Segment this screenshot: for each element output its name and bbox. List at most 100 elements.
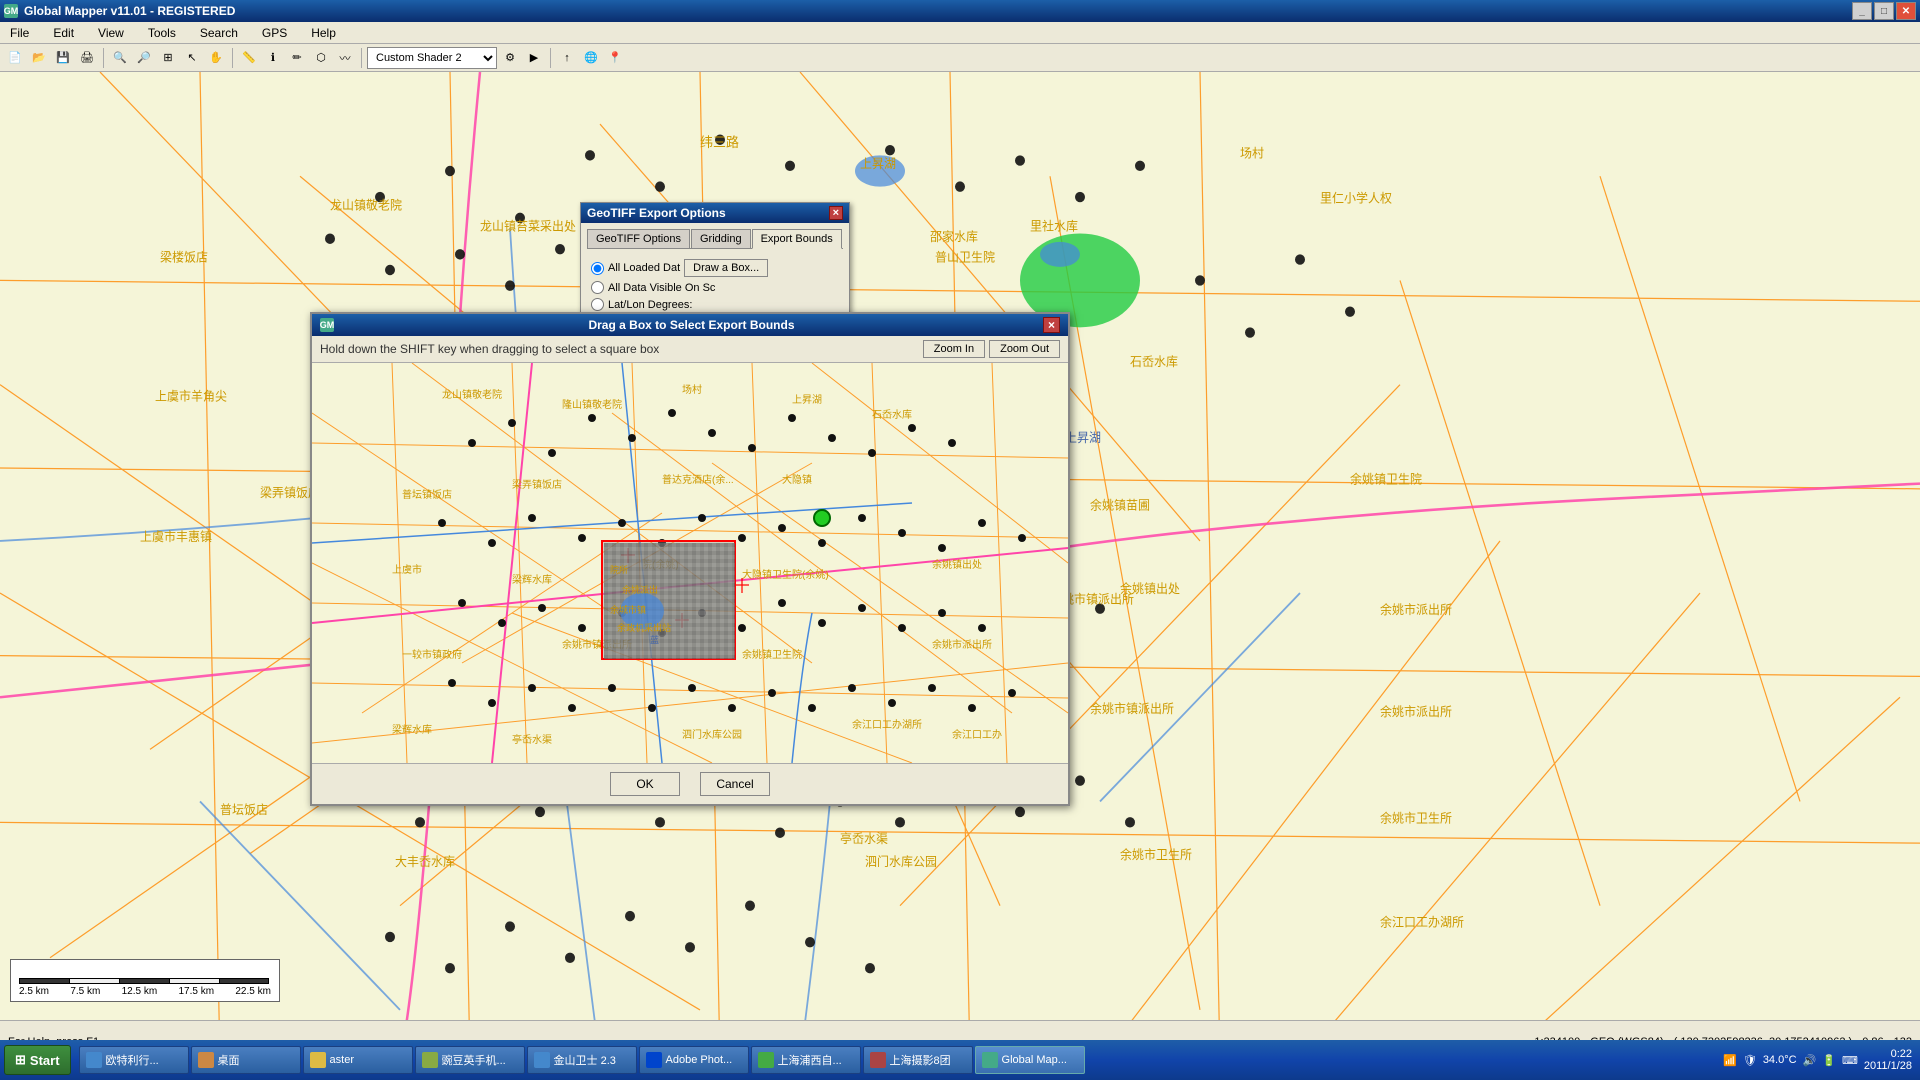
start-button[interactable]: ⊞ Start <box>4 1045 71 1075</box>
contour-button[interactable]: 〰 <box>334 47 356 69</box>
menu-gps[interactable]: GPS <box>256 24 293 42</box>
taskbar-item-6[interactable]: 上海浦西自... <box>751 1046 861 1074</box>
select-button[interactable]: ↖ <box>181 47 203 69</box>
menu-bar: File Edit View Tools Search GPS Help <box>0 22 1920 44</box>
scale-bar: 2.5 km 7.5 km 12.5 km 17.5 km 22.5 km <box>10 959 280 1002</box>
taskbar-item-4[interactable]: 金山卫士 2.3 <box>527 1046 637 1074</box>
minimize-button[interactable]: _ <box>1852 2 1872 20</box>
geotiff-close-button[interactable]: × <box>829 206 843 220</box>
taskbar-item-5[interactable]: Adobe Phot... <box>639 1046 749 1074</box>
label-latlon: Lat/Lon Degrees: <box>608 299 692 311</box>
temp-label: 34.0°C <box>1763 1054 1797 1066</box>
separator-4 <box>550 48 551 68</box>
taskbar-items: 欧特利行... 桌面 aster 豌豆英手机... 金山卫士 2.3 Adobe… <box>79 1046 1085 1074</box>
dragbox-toolbar: Hold down the SHIFT key when dragging to… <box>312 336 1068 363</box>
taskbar-item-0[interactable]: 欧特利行... <box>79 1046 189 1074</box>
north-button[interactable]: ↑ <box>556 47 578 69</box>
option-latlon[interactable]: Lat/Lon Degrees: <box>591 298 839 311</box>
radio-visible[interactable] <box>591 281 604 294</box>
separator-2 <box>232 48 233 68</box>
pan-button[interactable]: ✋ <box>205 47 227 69</box>
option-visible[interactable]: All Data Visible On Sc <box>591 281 839 294</box>
dragbox-close-button[interactable]: × <box>1043 317 1060 333</box>
cancel-button[interactable]: Cancel <box>700 772 770 796</box>
radio-all-loaded[interactable] <box>591 262 604 275</box>
tab-geotiff-options[interactable]: GeoTIFF Options <box>587 229 690 248</box>
battery-icon: 🔋 <box>1822 1054 1836 1067</box>
taskbar-item-3[interactable]: 豌豆英手机... <box>415 1046 525 1074</box>
menu-tools[interactable]: Tools <box>142 24 182 42</box>
taskbar: ⊞ Start 欧特利行... 桌面 aster 豌豆英手机... 金山卫士 2… <box>0 1040 1920 1080</box>
menu-search[interactable]: Search <box>194 24 244 42</box>
zoom-out-button[interactable]: 🔎 <box>133 47 155 69</box>
taskbar-icon-0 <box>86 1052 102 1068</box>
3d-button[interactable]: ⬡ <box>310 47 332 69</box>
svg-text:隆山镇敬老院: 隆山镇敬老院 <box>562 398 622 411</box>
svg-text:余姚镇卫生院: 余姚镇卫生院 <box>1350 471 1422 486</box>
menu-view[interactable]: View <box>92 24 130 42</box>
svg-text:龙山镇敬老院: 龙山镇敬老院 <box>442 388 502 401</box>
identify-button[interactable]: ℹ <box>262 47 284 69</box>
streetview-button[interactable]: 📍 <box>604 47 626 69</box>
svg-text:上虞市: 上虞市 <box>392 563 422 576</box>
taskbar-item-2[interactable]: aster <box>303 1046 413 1074</box>
fit-button[interactable]: ⊞ <box>157 47 179 69</box>
zoom-in-button[interactable]: Zoom In <box>923 340 985 358</box>
app-title: Global Mapper v11.01 - REGISTERED <box>24 4 235 18</box>
clock: 0:22 2011/1/28 <box>1864 1048 1912 1072</box>
svg-text:泗门水库公园: 泗门水库公园 <box>865 854 937 869</box>
label-all-loaded: All Loaded Dat <box>608 262 680 274</box>
toolbar: 📄 📂 💾 🖨 🔍 🔎 ⊞ ↖ ✋ 📏 ℹ ✏ ⬡ 〰 Custom Shade… <box>0 44 1920 72</box>
menu-edit[interactable]: Edit <box>47 24 80 42</box>
taskbar-right: 📶 🛡 34.0°C 🔊 🔋 ⌨ 0:22 2011/1/28 <box>1723 1048 1916 1072</box>
radio-latlon[interactable] <box>591 298 604 311</box>
restore-button[interactable]: □ <box>1874 2 1894 20</box>
svg-text:梁楼饭店: 梁楼饭店 <box>160 249 208 264</box>
print-button[interactable]: 🖨 <box>76 47 98 69</box>
svg-text:里社水库: 里社水库 <box>1030 218 1078 233</box>
map-area[interactable]: 纬三路 邵家水库 里社水库 上昇湖 梁楼饭店 普山卫生院 大隐镇卫生院(余姚) … <box>0 72 1920 1062</box>
open-button[interactable]: 📂 <box>28 47 50 69</box>
taskbar-icon-8 <box>982 1052 998 1068</box>
close-button[interactable]: ✕ <box>1896 2 1916 20</box>
menu-help[interactable]: Help <box>305 24 342 42</box>
shader-select[interactable]: Custom Shader 2 Custom Shader 1 Atlas Sh… <box>367 47 497 69</box>
speaker-icon: 🔊 <box>1803 1054 1817 1067</box>
option-all-loaded[interactable]: All Loaded Dat Draw a Box... <box>591 259 839 277</box>
zoom-out-button[interactable]: Zoom Out <box>989 340 1060 358</box>
svg-text:大丰岙水库: 大丰岙水库 <box>395 854 455 869</box>
zoom-in-button[interactable]: 🔍 <box>109 47 131 69</box>
svg-text:余政机采出站: 余政机采出站 <box>617 622 671 633</box>
taskbar-label-3: 豌豆英手机... <box>442 1052 506 1068</box>
draw-box-button[interactable]: Draw a Box... <box>684 259 768 277</box>
window-controls[interactable]: _ □ ✕ <box>1852 2 1916 20</box>
menu-file[interactable]: File <box>4 24 35 42</box>
measure-button[interactable]: 📏 <box>238 47 260 69</box>
scale-0km: 2.5 km <box>19 986 49 997</box>
tab-export-bounds[interactable]: Export Bounds <box>752 229 842 249</box>
svg-text:石岙水库: 石岙水库 <box>1130 354 1178 369</box>
taskbar-item-8[interactable]: Global Map... <box>975 1046 1085 1074</box>
save-button[interactable]: 💾 <box>52 47 74 69</box>
windows-icon: ⊞ <box>15 1052 26 1068</box>
taskbar-icon-5 <box>646 1052 662 1068</box>
network-icon: 📶 <box>1723 1054 1737 1067</box>
tab-gridding[interactable]: Gridding <box>691 229 751 248</box>
svg-text:大隐镇卫生院(余姚): 大隐镇卫生院(余姚) <box>742 568 829 581</box>
ok-button[interactable]: OK <box>610 772 680 796</box>
new-button[interactable]: 📄 <box>4 47 26 69</box>
globe-button[interactable]: 🌐 <box>580 47 602 69</box>
shader-options-button[interactable]: ⚙ <box>499 47 521 69</box>
svg-text:梁辉水库: 梁辉水库 <box>392 723 432 736</box>
shader-info-button[interactable]: ▶ <box>523 47 545 69</box>
taskbar-item-1[interactable]: 桌面 <box>191 1046 301 1074</box>
taskbar-label-5: Adobe Phot... <box>666 1054 733 1066</box>
taskbar-label-4: 金山卫士 2.3 <box>554 1052 616 1068</box>
taskbar-item-7[interactable]: 上海摄影8团 <box>863 1046 973 1074</box>
svg-text:普坛镇饭店: 普坛镇饭店 <box>402 488 452 501</box>
svg-text:普山卫生院: 普山卫生院 <box>935 250 995 264</box>
dragbox-map[interactable]: 龙山镇敬老院 隆山镇敬老院 场村 上昇湖 石岙水库 普坛镇饭店 梁弄镇饭店 普达… <box>312 363 1068 763</box>
svg-text:上虞市丰惠镇: 上虞市丰惠镇 <box>140 529 212 544</box>
scale-175km: 17.5 km <box>179 986 215 997</box>
digitize-button[interactable]: ✏ <box>286 47 308 69</box>
